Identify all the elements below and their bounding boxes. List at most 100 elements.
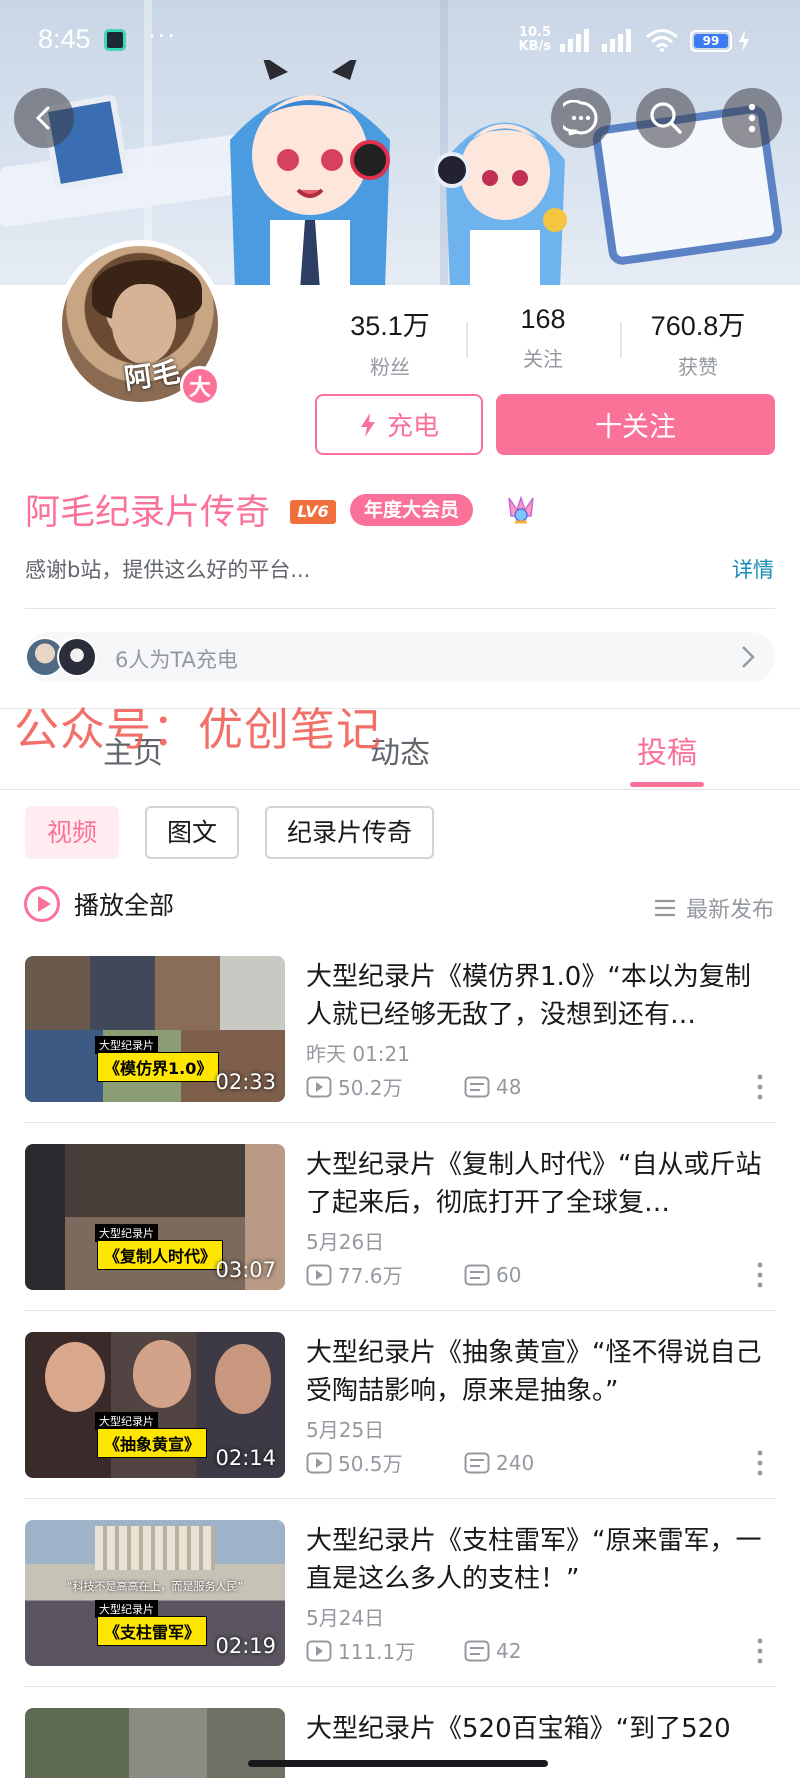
charge-count-text: 6人为TA充电	[115, 648, 238, 672]
video-item[interactable]: “科技不是高高在上，而是服务人民” 大型纪录片 《支柱雷军》 02:19 大型纪…	[0, 1520, 800, 1708]
bio-details-link[interactable]: 详情	[732, 554, 774, 584]
video-danmaku-value: 240	[496, 1450, 535, 1475]
video-danmaku: 42	[464, 1639, 521, 1663]
supporter-avatar	[57, 637, 97, 677]
video-thumbnail[interactable]	[25, 1708, 285, 1778]
tab-active-indicator	[630, 782, 704, 787]
video-more-icon[interactable]	[756, 1638, 764, 1664]
video-thumbnail[interactable]: “科技不是高高在上，而是服务人民” 大型纪录片 《支柱雷军》 02:19	[25, 1520, 285, 1666]
stat-fans[interactable]: 35.1万 粉丝	[315, 304, 465, 380]
video-thumbnail[interactable]: 大型纪录片 《模仿界1.0》 02:33	[25, 956, 285, 1102]
video-stats: 77.6万 60	[306, 1260, 521, 1289]
divider	[25, 1122, 775, 1123]
video-more-icon[interactable]	[756, 1450, 764, 1476]
play-circle-icon	[24, 886, 60, 922]
video-duration: 03:07	[215, 1258, 276, 1282]
video-danmaku: 48	[464, 1075, 521, 1099]
more-notifications-icon: ···	[148, 22, 177, 50]
home-indicator[interactable]	[248, 1760, 548, 1767]
thumbnail-caption: 《抽象黄宣》	[97, 1428, 208, 1458]
search-button[interactable]	[636, 88, 696, 148]
back-button[interactable]	[14, 88, 74, 148]
video-danmaku-value: 60	[496, 1262, 522, 1287]
network-speed-value: 10.5	[518, 25, 551, 40]
danmaku-icon	[464, 1640, 490, 1661]
vip-badge[interactable]: 年度大会员	[350, 494, 474, 526]
vertical-dots-icon	[748, 103, 756, 133]
video-title[interactable]: 大型纪录片《复制人时代》“自从或斤站了起来后，彻底打开了全球复…	[306, 1146, 776, 1222]
message-button[interactable]	[551, 88, 611, 148]
video-date: 5月25日	[306, 1418, 385, 1442]
divider	[25, 608, 775, 609]
tab-uploads[interactable]: 投稿	[597, 728, 737, 772]
battery-level: 99	[694, 34, 728, 48]
video-duration: 02:14	[215, 1446, 276, 1470]
stat-likes-label: 获赞	[678, 355, 718, 379]
thumbnail-caption: 《复制人时代》	[97, 1240, 224, 1270]
status-bar: 8:45 ··· 10.5 KB/s 99	[0, 0, 800, 80]
notification-app-icon	[104, 29, 126, 51]
video-danmaku-value: 48	[496, 1074, 522, 1099]
video-views: 111.1万	[306, 1636, 464, 1665]
video-views-value: 50.5万	[338, 1452, 403, 1476]
stat-divider	[620, 322, 622, 358]
follow-button[interactable]: 十关注	[496, 394, 775, 455]
video-duration: 02:19	[215, 1634, 276, 1658]
play-count-icon	[306, 1076, 332, 1097]
filter-collection[interactable]: 纪录片传奇	[265, 806, 435, 859]
video-item[interactable]: 大型纪录片 《抽象黄宣》 02:14 大型纪录片《抽象黄宣》“怪不得说自己受陶喆…	[0, 1332, 800, 1520]
video-item[interactable]: 大型纪录片 《复制人时代》 03:07 大型纪录片《复制人时代》“自从或斤站了起…	[0, 1144, 800, 1332]
medal-icon[interactable]	[503, 492, 539, 528]
chat-bubble-icon	[563, 100, 598, 136]
danmaku-icon	[464, 1452, 490, 1473]
thumbnail-building	[95, 1526, 215, 1570]
video-title[interactable]: 大型纪录片《支柱雷军》“原来雷军，一直是这么多人的支柱！”	[306, 1522, 776, 1598]
charge-button[interactable]: 充电	[315, 394, 483, 455]
video-date: 昨天 01:21	[306, 1042, 410, 1066]
thumbnail-banner: “科技不是高高在上，而是服务人民”	[66, 1580, 244, 1593]
video-title[interactable]: 大型纪录片《模仿界1.0》“本以为复制人就已经够无敌了，没想到还有…	[306, 958, 776, 1034]
level-badge: LV6	[290, 500, 336, 524]
charge-button-label: 充电	[386, 412, 439, 442]
video-views-value: 50.2万	[338, 1076, 403, 1100]
network-speed: 10.5 KB/s	[511, 26, 551, 54]
sort-button[interactable]: 最新发布	[654, 892, 774, 924]
filter-video[interactable]: 视频	[25, 806, 120, 859]
danmaku-icon	[464, 1264, 490, 1285]
divider	[25, 1498, 775, 1499]
video-title[interactable]: 大型纪录片《抽象黄宣》“怪不得说自己受陶喆影响，原来是抽象。”	[306, 1334, 776, 1410]
video-stats: 50.5万 240	[306, 1448, 534, 1477]
video-duration: 02:33	[215, 1070, 276, 1094]
watermark-text: 公众号：优创笔记	[14, 703, 383, 756]
lightning-icon	[360, 412, 375, 437]
video-more-icon[interactable]	[756, 1074, 764, 1100]
divider	[0, 789, 800, 790]
more-button[interactable]	[722, 88, 782, 148]
charging-icon	[739, 30, 749, 52]
divider	[25, 1686, 775, 1687]
stat-likes[interactable]: 760.8万 获赞	[623, 304, 773, 380]
video-title[interactable]: 大型纪录片《520百宝箱》“到了520	[306, 1710, 776, 1748]
video-item[interactable]: 大型纪录片 《模仿界1.0》 02:33 大型纪录片《模仿界1.0》“本以为复制…	[0, 956, 800, 1144]
video-views: 77.6万	[306, 1260, 464, 1289]
video-thumbnail[interactable]: 大型纪录片 《抽象黄宣》 02:14	[25, 1332, 285, 1478]
status-time: 8:45	[38, 24, 91, 54]
network-speed-unit: KB/s	[518, 39, 551, 54]
filter-image-text[interactable]: 图文	[145, 806, 240, 859]
thumbnail-caption: 《支柱雷军》	[97, 1616, 208, 1646]
play-all-button[interactable]: 播放全部	[24, 886, 174, 922]
charge-supporters-bar[interactable]: 6人为TA充电	[25, 632, 775, 682]
video-views-value: 77.6万	[338, 1264, 403, 1288]
avatar-signature: 阿毛	[122, 355, 183, 396]
video-date: 5月26日	[306, 1230, 385, 1254]
video-stats: 50.2万 48	[306, 1072, 521, 1101]
bio-text: 感谢b站，提供这么好的平台...	[25, 558, 311, 582]
video-danmaku: 60	[464, 1263, 521, 1287]
wifi-icon	[646, 29, 678, 52]
video-thumbnail[interactable]: 大型纪录片 《复制人时代》 03:07	[25, 1144, 285, 1290]
chevron-left-icon	[35, 106, 50, 130]
video-more-icon[interactable]	[756, 1262, 764, 1288]
banner-character-left	[230, 60, 390, 285]
stat-following[interactable]: 168 关注	[468, 304, 618, 372]
video-item[interactable]: 大型纪录片《520百宝箱》“到了520	[0, 1708, 800, 1778]
